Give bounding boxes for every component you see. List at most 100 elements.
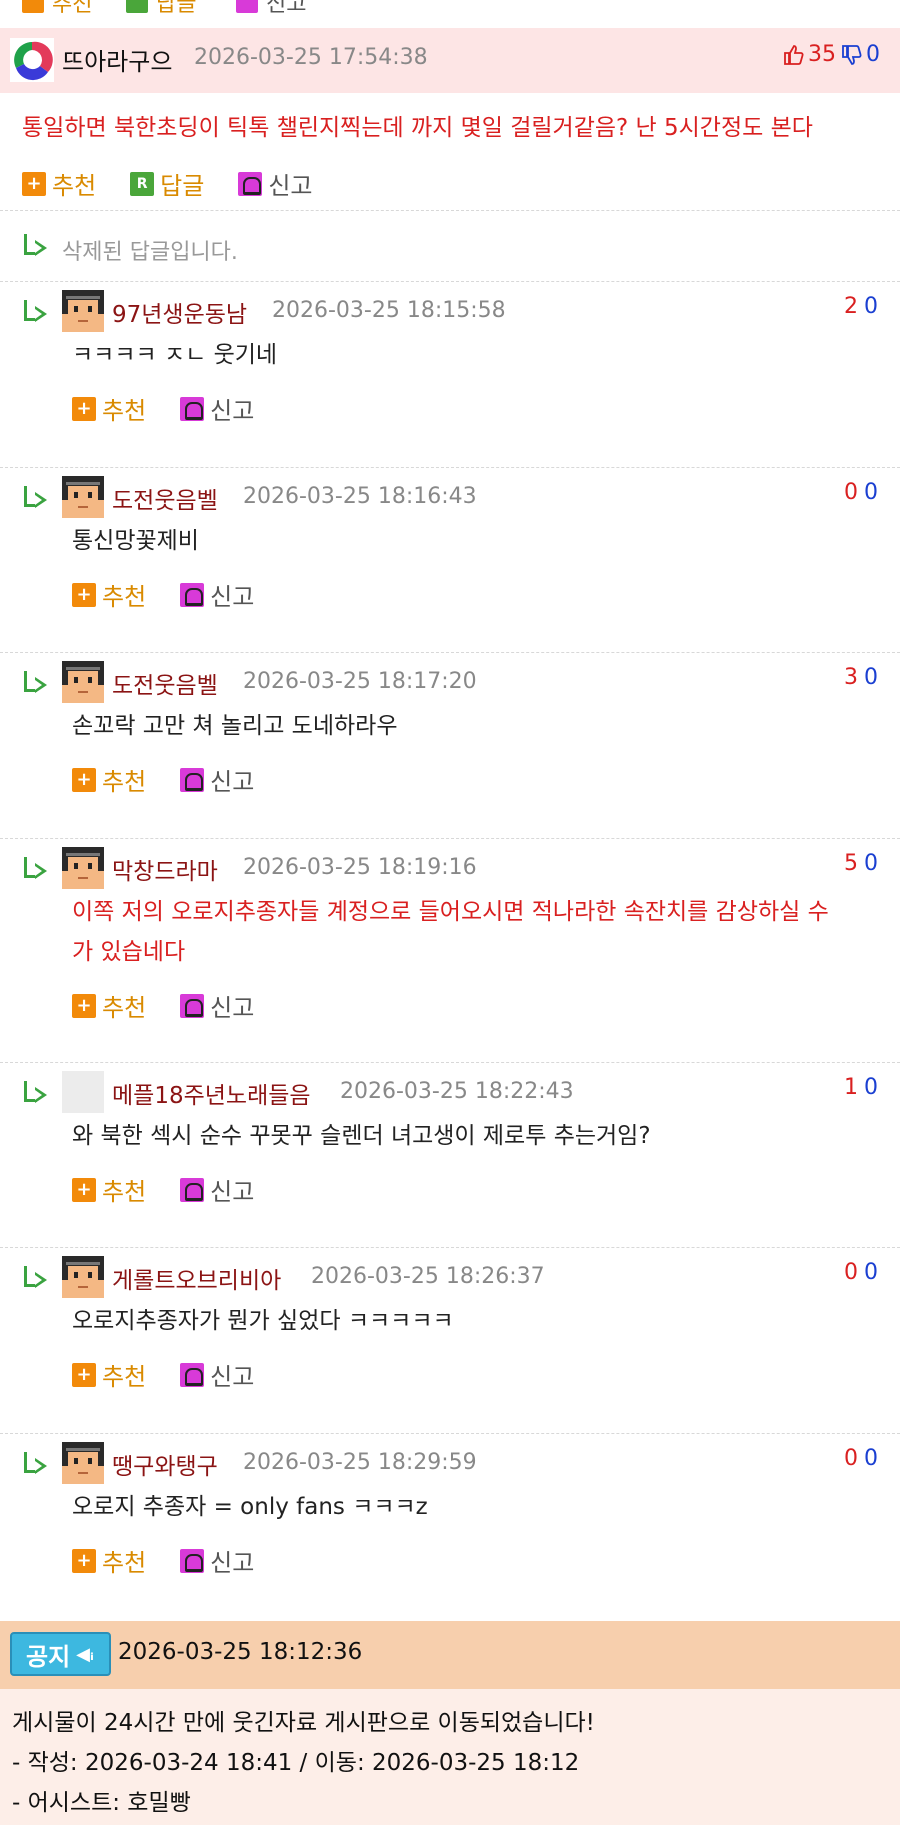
recommend-button[interactable]: + 추천: [72, 1543, 146, 1578]
upvote-count[interactable]: 3: [844, 665, 858, 690]
reply-author[interactable]: 게롤트오브리비아: [112, 1261, 281, 1295]
divider: [0, 467, 900, 468]
reply-icon: R: [130, 171, 155, 196]
reply-author[interactable]: 97년생운동남: [112, 295, 247, 329]
plus-icon: +: [72, 396, 96, 421]
downvote-count[interactable]: 0: [864, 665, 878, 690]
notice-line: 게시물이 24시간 만에 웃긴자료 게시판으로 이동되었습니다!: [12, 1710, 595, 1736]
divider: [0, 652, 900, 653]
report-label: 신고: [210, 397, 255, 425]
reply-time: 2026-03-25 18:19:16: [243, 855, 477, 880]
reply-arrow-icon: [22, 671, 50, 697]
plus-icon: +: [72, 993, 96, 1018]
reply-actions: + 추천 신고: [72, 1543, 288, 1578]
upvote-count[interactable]: 2: [844, 294, 858, 319]
user-avatar[interactable]: [62, 1442, 104, 1484]
prev-recommend-button[interactable]: 추천: [22, 0, 92, 18]
recommend-label: 추천: [102, 1363, 147, 1391]
downvote-count[interactable]: 0: [864, 1446, 878, 1471]
reply-body-line: 가 있습네다: [72, 939, 186, 965]
deleted-reply-text: 삭제된 답글입니다.: [62, 240, 238, 265]
plus-icon: +: [72, 1177, 96, 1202]
downvote-count[interactable]: 0: [864, 1075, 878, 1100]
reply-author[interactable]: 막창드라마: [112, 852, 218, 886]
reply-arrow-icon: [22, 486, 50, 512]
prev-reply-button[interactable]: 답글: [126, 0, 196, 18]
report-button[interactable]: 신고: [238, 166, 313, 201]
report-label: 신고: [210, 994, 255, 1022]
prev-report-label: 신고: [266, 0, 307, 17]
recommend-button[interactable]: + 추천: [72, 762, 146, 797]
recommend-button[interactable]: + 추천: [72, 577, 146, 612]
upvote-count[interactable]: 0: [844, 1446, 858, 1471]
report-button[interactable]: 신고: [180, 1543, 254, 1578]
user-avatar[interactable]: [62, 1071, 104, 1113]
reply-author[interactable]: 땡구와탱구: [112, 1447, 218, 1481]
plus-icon: +: [22, 171, 46, 196]
user-avatar[interactable]: [10, 38, 54, 82]
reply-actions: + 추천 신고: [72, 1172, 288, 1207]
vote-counts: 00: [844, 1260, 878, 1285]
reply-time: 2026-03-25 18:26:37: [311, 1264, 545, 1289]
report-button[interactable]: 신고: [180, 391, 254, 426]
report-button[interactable]: 신고: [180, 577, 254, 612]
vote-counts: 20: [844, 294, 878, 319]
report-button[interactable]: 신고: [180, 762, 254, 797]
siren-icon: [236, 0, 258, 13]
reply-time: 2026-03-25 18:29:59: [243, 1450, 477, 1475]
reply-author[interactable]: 도전웃음벨: [112, 666, 218, 700]
recommend-button[interactable]: + 추천: [72, 1172, 146, 1207]
reply-body-line: 오로지 추종자 = only fans ㅋㅋㅋz: [72, 1494, 428, 1520]
reply-actions: + 추천 신고: [72, 988, 288, 1023]
recommend-button[interactable]: + 추천: [72, 1357, 146, 1392]
reply-author[interactable]: 메플18주년노래들음: [112, 1076, 311, 1110]
reply-comment: 땡구와탱구 2026-03-25 18:29:59 0 0 오로지 추종자 = only…: [0, 1442, 900, 1622]
divider: [0, 210, 900, 211]
prev-report-button[interactable]: 신고: [236, 0, 306, 18]
recommend-button[interactable]: + 추천: [72, 391, 146, 426]
user-avatar[interactable]: [62, 290, 104, 332]
upvote-count[interactable]: 0: [844, 480, 858, 505]
reply-author[interactable]: 도전웃음벨: [112, 481, 218, 515]
comment-author[interactable]: 뜨아라구으: [62, 42, 172, 77]
thumbs-up-icon[interactable]: [782, 44, 804, 66]
recommend-button[interactable]: + 추천: [72, 988, 146, 1023]
report-button[interactable]: 신고: [180, 988, 254, 1023]
upvote-count[interactable]: 0: [844, 1260, 858, 1285]
reply-time: 2026-03-25 18:16:43: [243, 484, 477, 509]
reply-arrow-icon: [22, 234, 50, 260]
thumbs-down-icon[interactable]: [840, 44, 862, 66]
report-label: 신고: [210, 1549, 255, 1577]
report-button[interactable]: 신고: [180, 1357, 254, 1392]
downvote-count[interactable]: 0: [864, 480, 878, 505]
reply-actions: + 추천 신고: [72, 762, 288, 797]
siren-icon: [180, 767, 205, 792]
divider: [0, 1433, 900, 1434]
reply-body-line: 오로지추종자가 뭔가 싶었다 ㅋㅋㅋㅋㅋ: [72, 1308, 454, 1334]
reply-comment: 97년생운동남 2026-03-25 18:15:58 2 0 ㅋㅋㅋㅋ ㅈㄴ 웃기네 +…: [0, 290, 900, 470]
report-label: 신고: [268, 172, 313, 200]
notice-body: 게시물이 24시간 만에 웃긴자료 게시판으로 이동되었습니다! - 작성: 2…: [0, 1689, 900, 1825]
downvote-count[interactable]: 0: [864, 851, 878, 876]
downvote-count[interactable]: 0: [864, 1260, 878, 1285]
notice-line: - 어시스트: 호밀빵: [12, 1790, 191, 1816]
downvote-count[interactable]: 0: [864, 294, 878, 319]
reply-time: 2026-03-25 18:22:43: [340, 1079, 574, 1104]
upvote-count[interactable]: 1: [844, 1075, 858, 1100]
user-avatar[interactable]: [62, 847, 104, 889]
reply-button[interactable]: R 답글: [130, 166, 204, 201]
reply-arrow-icon: [22, 1266, 50, 1292]
reply-body-line: 와 북한 섹시 순수 꾸못꾸 슬렌더 녀고생이 제로투 추는거임?: [72, 1123, 651, 1149]
user-avatar[interactable]: [62, 661, 104, 703]
report-button[interactable]: 신고: [180, 1172, 254, 1207]
reply-actions: + 추천 신고: [72, 391, 288, 426]
upvote-count[interactable]: 5: [844, 851, 858, 876]
user-avatar[interactable]: [62, 476, 104, 518]
recommend-label: 추천: [102, 1178, 147, 1206]
plus-icon: [22, 0, 44, 13]
vote-counts: 50: [844, 851, 878, 876]
prev-recommend-label: 추천: [52, 0, 93, 17]
report-label: 신고: [210, 1363, 255, 1391]
user-avatar[interactable]: [62, 1256, 104, 1298]
recommend-button[interactable]: + 추천: [22, 166, 96, 201]
